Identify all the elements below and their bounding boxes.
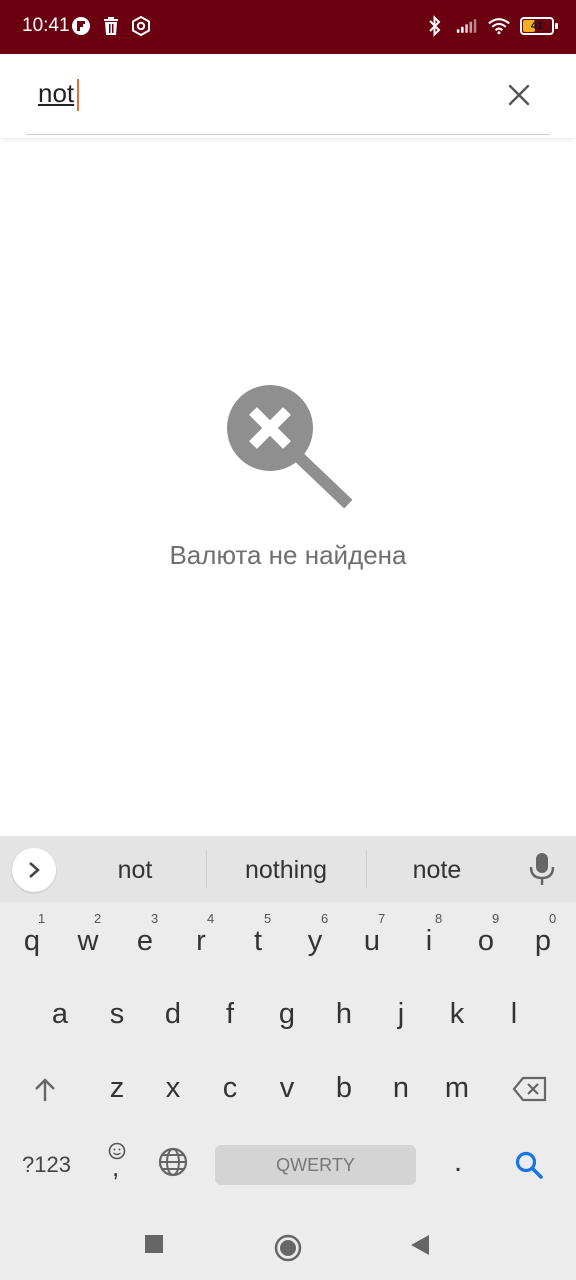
search-icon xyxy=(515,1151,543,1179)
key-o[interactable]: o xyxy=(466,925,506,958)
status-left-icons xyxy=(70,15,152,37)
key-r[interactable]: r xyxy=(181,925,221,958)
symbols-key[interactable]: ?123 xyxy=(22,1152,71,1178)
key-hint: 8 xyxy=(435,911,443,926)
search-not-found-icon xyxy=(224,382,353,510)
recents-square-icon xyxy=(145,1235,163,1253)
key-hint: 7 xyxy=(378,911,386,926)
search-bar: not xyxy=(0,54,576,138)
key-q[interactable]: q xyxy=(12,925,52,958)
key-a[interactable]: a xyxy=(40,998,80,1031)
status-right-icons: 41 xyxy=(424,15,558,37)
key-h[interactable]: h xyxy=(324,998,364,1031)
key-k[interactable]: k xyxy=(437,998,477,1031)
key-y[interactable]: y xyxy=(295,925,335,958)
battery-icon: 41 xyxy=(520,17,558,35)
status-bar: 10:41 41 xyxy=(0,0,576,54)
comma-label: , xyxy=(112,1152,120,1182)
space-key[interactable]: QWERTY xyxy=(215,1145,416,1185)
wifi-icon xyxy=(488,15,510,37)
status-time: 10:41 xyxy=(22,15,70,36)
key-hint: 6 xyxy=(321,911,329,926)
empty-state-message: Валюта не найдена xyxy=(169,540,407,570)
suggestion-2[interactable]: nothing xyxy=(216,856,356,885)
search-input[interactable]: not xyxy=(38,78,74,109)
mic-icon[interactable] xyxy=(528,852,556,886)
suggestion-1[interactable]: not xyxy=(65,856,205,885)
signal-icon xyxy=(456,15,478,37)
key-j[interactable]: j xyxy=(381,998,421,1031)
key-z[interactable]: z xyxy=(97,1072,137,1105)
suggestion-strip: not nothing note xyxy=(0,836,576,902)
key-i[interactable]: i xyxy=(409,925,449,958)
settings-hex-icon xyxy=(130,15,152,37)
suggestion-divider xyxy=(206,850,207,888)
flipboard-icon xyxy=(70,15,92,37)
navigation-bar xyxy=(0,1212,576,1280)
key-c[interactable]: c xyxy=(210,1072,250,1105)
key-hint: 1 xyxy=(38,911,46,926)
language-key[interactable] xyxy=(157,1146,189,1183)
key-s[interactable]: s xyxy=(97,998,137,1031)
key-w[interactable]: w xyxy=(68,925,108,958)
backspace-key[interactable] xyxy=(510,1076,550,1110)
key-hint: 2 xyxy=(94,911,102,926)
battery-cap xyxy=(555,23,558,29)
key-m[interactable]: m xyxy=(437,1072,477,1105)
chevron-right-icon xyxy=(29,862,40,878)
text-cursor xyxy=(77,79,79,111)
key-f[interactable]: f xyxy=(210,998,250,1031)
shift-arrow-icon xyxy=(35,1078,55,1101)
key-hint: 5 xyxy=(264,911,272,926)
key-p[interactable]: p xyxy=(523,925,563,958)
key-u[interactable]: u xyxy=(352,925,392,958)
back-button[interactable] xyxy=(410,1234,430,1256)
search-underline xyxy=(26,134,550,135)
key-hint: 3 xyxy=(151,911,159,926)
key-hint: 9 xyxy=(492,911,500,926)
key-hint: 4 xyxy=(207,911,215,926)
key-l[interactable]: l xyxy=(494,998,534,1031)
key-d[interactable]: d xyxy=(153,998,193,1031)
shift-key[interactable] xyxy=(25,1076,65,1112)
battery-level: 41 xyxy=(530,20,544,32)
key-t[interactable]: t xyxy=(238,925,278,958)
bluetooth-icon xyxy=(424,15,446,37)
suggestion-3[interactable]: note xyxy=(367,856,507,885)
key-n[interactable]: n xyxy=(381,1072,421,1105)
recents-button[interactable] xyxy=(144,1234,164,1254)
key-x[interactable]: x xyxy=(153,1072,193,1105)
key-hint: 0 xyxy=(549,911,557,926)
key-v[interactable]: v xyxy=(267,1072,307,1105)
search-action-key[interactable] xyxy=(514,1150,544,1185)
home-button[interactable] xyxy=(274,1234,302,1262)
backspace-icon xyxy=(512,1076,547,1102)
close-icon xyxy=(508,84,530,106)
period-key[interactable]: . xyxy=(438,1146,478,1179)
home-circle-icon xyxy=(274,1234,302,1262)
key-e[interactable]: e xyxy=(125,925,165,958)
back-triangle-icon xyxy=(411,1235,429,1255)
expand-toolbar-button[interactable] xyxy=(12,848,56,892)
key-b[interactable]: b xyxy=(324,1072,364,1105)
key-g[interactable]: g xyxy=(267,998,307,1031)
globe-icon xyxy=(158,1147,188,1177)
emoji-comma-key[interactable]: , xyxy=(104,1140,130,1184)
clear-search-button[interactable] xyxy=(502,78,536,112)
trash-icon xyxy=(100,15,122,37)
